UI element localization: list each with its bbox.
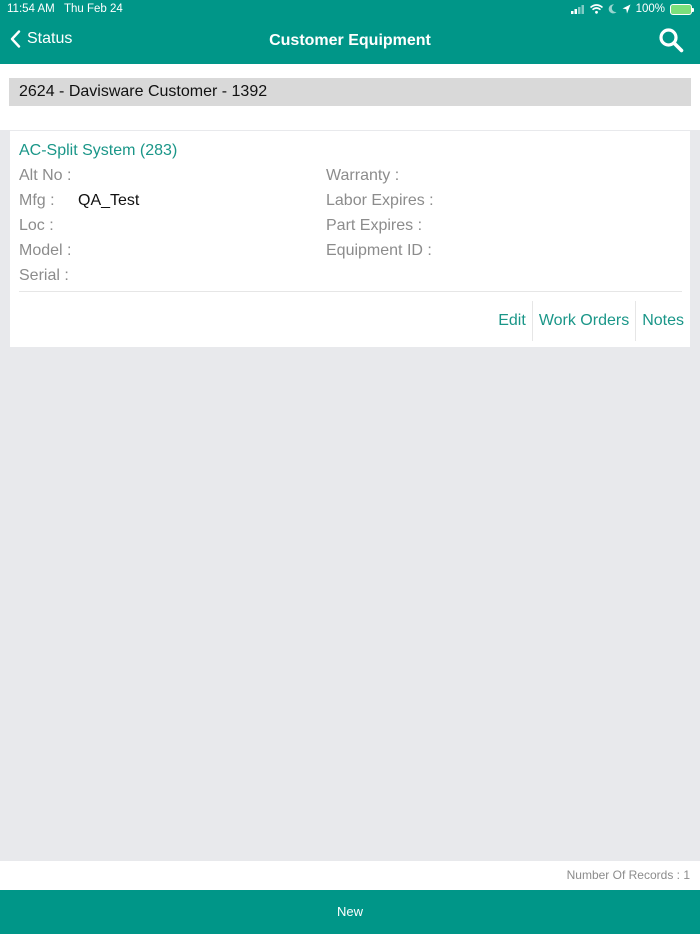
- battery-percent: 100%: [635, 3, 665, 15]
- location-arrow-icon: [622, 4, 631, 14]
- status-bar: 11:54 AM Thu Feb 24 100%: [0, 0, 700, 18]
- labor-expires-label: Labor Expires :: [326, 192, 434, 209]
- part-expires-label: Part Expires :: [326, 217, 423, 234]
- nav-bar: Status Customer Equipment: [0, 18, 700, 64]
- new-button[interactable]: New: [0, 890, 700, 934]
- top-bar: 11:54 AM Thu Feb 24 100% Status Customer…: [0, 0, 700, 64]
- battery-charging-icon: [670, 3, 694, 15]
- mfg-label: Mfg :: [19, 192, 55, 209]
- equipment-title[interactable]: AC-Split System (283): [19, 142, 177, 160]
- alt-no-label: Alt No :: [19, 167, 72, 184]
- card-divider: [19, 291, 682, 292]
- status-time: 11:54 AM: [7, 3, 55, 15]
- status-indicators: 100%: [570, 3, 694, 15]
- wifi-icon: [589, 4, 603, 14]
- search-icon: [659, 28, 684, 53]
- equipment-id-label: Equipment ID :: [326, 242, 432, 259]
- records-band: Number Of Records : 1: [0, 861, 700, 890]
- serial-label: Serial :: [19, 267, 69, 284]
- mfg-value: QA_Test: [78, 192, 140, 209]
- customer-header: 2624 - Davisware Customer - 1392: [9, 78, 691, 106]
- loc-label: Loc :: [19, 217, 54, 234]
- edit-button[interactable]: Edit: [492, 301, 532, 341]
- moon-icon: [608, 4, 617, 14]
- warranty-label: Warranty :: [326, 167, 400, 184]
- notes-button[interactable]: Notes: [636, 301, 690, 341]
- equipment-card[interactable]: AC-Split System (283) Alt No : Mfg : QA_…: [10, 131, 690, 347]
- card-actions: Edit Work Orders Notes: [492, 301, 690, 341]
- search-button[interactable]: [658, 27, 684, 58]
- status-date: Thu Feb 24: [64, 3, 123, 15]
- model-label: Model :: [19, 242, 72, 259]
- signal-icon: [570, 4, 584, 14]
- work-orders-button[interactable]: Work Orders: [533, 301, 635, 341]
- page-title: Customer Equipment: [269, 32, 431, 49]
- record-count: Number Of Records : 1: [566, 868, 690, 882]
